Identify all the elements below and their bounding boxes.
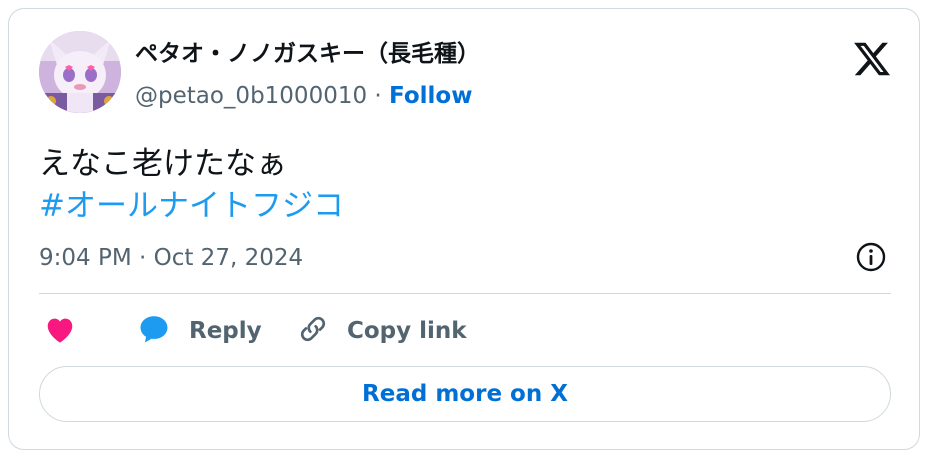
separator-dot: · — [374, 83, 382, 109]
x-logo-icon[interactable] — [852, 39, 892, 79]
heart-icon — [43, 314, 77, 348]
timestamp[interactable]: 9:04 PM · Oct 27, 2024 — [39, 243, 303, 273]
handle-row: @petao_0b1000010 · Follow — [135, 81, 472, 111]
tweet-body: えなこ老けたなぁ — [39, 146, 287, 182]
reply-button[interactable]: Reply — [137, 313, 262, 349]
hashtag-link[interactable]: #オールナイトフジコ — [39, 185, 344, 227]
like-button[interactable] — [43, 313, 77, 349]
speech-bubble-icon — [137, 313, 171, 349]
follow-link[interactable]: Follow — [389, 83, 472, 109]
info-icon[interactable] — [855, 241, 887, 273]
read-more-button[interactable]: Read more on X — [39, 366, 891, 422]
link-icon — [297, 313, 329, 349]
display-name[interactable]: ペタオ・ノノガスキー（長毛種） — [135, 39, 480, 69]
user-handle[interactable]: @petao_0b1000010 — [135, 83, 367, 109]
copy-link-button[interactable]: Copy link — [297, 313, 467, 349]
divider — [39, 293, 891, 294]
embedded-tweet-card: ペタオ・ノノガスキー（長毛種） @petao_0b1000010 · Follo… — [8, 8, 920, 450]
tweet-text: えなこ老けたなぁ #オールナイトフジコ — [39, 143, 344, 227]
copy-link-label: Copy link — [347, 318, 467, 344]
reply-label: Reply — [189, 318, 262, 344]
avatar[interactable] — [39, 31, 121, 113]
